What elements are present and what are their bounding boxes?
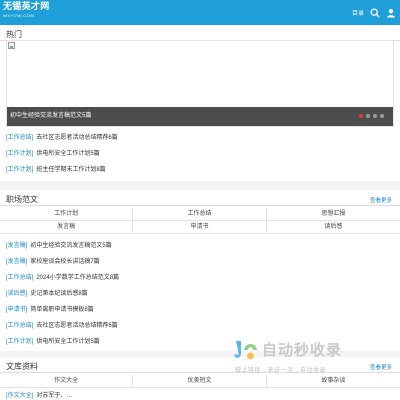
- article-title: 班主任学期末工作计划8篇: [36, 167, 106, 173]
- article-link[interactable]: [工作计划] 班主任学期末工作计划8篇: [6, 165, 106, 175]
- category-reading-notes[interactable]: 读后感: [267, 221, 400, 233]
- article-title: 初中生经验交流发言稿范文5篇: [30, 243, 112, 249]
- category-work-summary[interactable]: 工作总结: [133, 208, 267, 220]
- category-row: 工作计划 工作总结 思想汇报: [0, 208, 400, 221]
- banner-caption: 初中生经验交流发言稿范文5篇: [10, 113, 92, 119]
- section-divider: [0, 181, 400, 190]
- article-title: 供电所安全工作计划5篇: [36, 151, 100, 157]
- article-title: 2024小学数学工作总结范文8篇: [36, 275, 120, 281]
- category-application[interactable]: 申请书: [133, 221, 267, 233]
- article-link[interactable]: [工作计划] 供电所安全工作计划5篇: [6, 149, 100, 159]
- article-link[interactable]: [作文大全] 对苏军于、…: [6, 391, 72, 400]
- article-tag[interactable]: [申请书]: [6, 307, 27, 313]
- category-essays[interactable]: 作文大全: [0, 375, 134, 387]
- article-link[interactable]: [工作总结] 去社区志愿者活动总结精荐6篇: [6, 321, 118, 331]
- watermark-overlay: 自动秒收录 做上链接→来访一次→自动收录: [232, 338, 392, 378]
- article-link[interactable]: [申请书] 简单离职申请书模板8篇: [6, 305, 94, 315]
- site-logo[interactable]: 无锡英才网 WXYCW.COM: [3, 2, 50, 18]
- top-header: 无锡英才网 WXYCW.COM 目录: [0, 0, 400, 25]
- category-speech[interactable]: 发言稿: [0, 221, 134, 233]
- article-title: 家校座谈会校长讲话稿7篇: [30, 259, 100, 265]
- category-row: 发言稿 申请书 读后感: [0, 221, 400, 234]
- article-link[interactable]: [发言稿] 初中生经验交流发言稿范文5篇: [6, 241, 112, 251]
- article-tag[interactable]: [工作总结]: [6, 135, 33, 141]
- article-link[interactable]: [读后感] 史记第本纪读后感8篇: [6, 289, 88, 299]
- article-tag[interactable]: [工作总结]: [6, 323, 33, 329]
- watermark-logo-icon: [234, 341, 257, 360]
- article-link[interactable]: [工作总结] 2024小学数学工作总结范文8篇: [6, 273, 119, 283]
- article-link[interactable]: [工作总结] 去社区志愿者活动总结精荐6篇: [6, 133, 118, 143]
- carousel-dot[interactable]: [359, 114, 363, 118]
- hot-section-title: 热门: [6, 30, 22, 39]
- article-tag[interactable]: [工作计划]: [6, 339, 33, 345]
- article-title: 去社区志愿者活动总结精荐6篇: [36, 323, 118, 329]
- article-link[interactable]: [工作计划] 供电所安全工作计划5篇: [6, 337, 100, 347]
- carousel-dot[interactable]: [380, 114, 384, 118]
- workplace-section-title: 职场范文: [6, 195, 38, 204]
- workplace-section-header: 职场范文 查看更多: [0, 190, 400, 206]
- carousel-dot[interactable]: [373, 114, 377, 118]
- carousel-dot[interactable]: [366, 114, 370, 118]
- article-tag[interactable]: [读后感]: [6, 291, 27, 297]
- article-tag[interactable]: [工作计划]: [6, 151, 33, 157]
- category-thought-report[interactable]: 思想汇报: [267, 208, 400, 220]
- article-title: 去社区志愿者活动总结精荐6篇: [36, 135, 118, 141]
- article-link[interactable]: [发言稿] 家校座谈会校长讲话稿7篇: [6, 257, 100, 267]
- article-tag[interactable]: [发言稿]: [6, 259, 27, 265]
- carousel-dots: [359, 114, 384, 118]
- logo-title: 无锡英才网: [3, 2, 50, 12]
- article-title: 史记第本纪读后感8篇: [30, 291, 88, 297]
- article-title: 供电所安全工作计划5篇: [36, 339, 100, 345]
- hot-section-header: 热门: [0, 25, 400, 41]
- user-icon[interactable]: [385, 7, 396, 18]
- hot-banner[interactable]: 初中生经验交流发言稿范文5篇: [6, 40, 394, 127]
- workplace-more-link[interactable]: 查看更多: [370, 196, 392, 204]
- menu-link[interactable]: 目录: [352, 8, 364, 17]
- workplace-categories: 工作计划 工作总结 思想汇报 发言稿 申请书 读后感: [0, 208, 400, 234]
- article-title: 对苏军于、…: [36, 393, 73, 399]
- article-tag[interactable]: [作文大全]: [6, 393, 33, 399]
- library-section-title: 文库资料: [6, 362, 38, 371]
- watermark-subtext: 做上链接→来访一次→自动收录: [235, 368, 327, 374]
- article-title: 简单离职申请书模板8篇: [30, 307, 94, 313]
- search-icon[interactable]: [369, 7, 380, 18]
- banner-caption-bar[interactable]: 初中生经验交流发言稿范文5篇: [7, 107, 393, 126]
- header-actions: 目录: [352, 7, 396, 18]
- watermark-text: 自动秒收录: [262, 342, 343, 359]
- article-tag[interactable]: [发言稿]: [6, 243, 27, 249]
- article-tag[interactable]: [工作计划]: [6, 167, 33, 173]
- logo-domain: WXYCW.COM: [3, 13, 35, 18]
- banner-image-placeholder: [8, 42, 15, 49]
- category-work-plan[interactable]: 工作计划: [0, 208, 134, 220]
- article-tag[interactable]: [工作总结]: [6, 275, 33, 281]
